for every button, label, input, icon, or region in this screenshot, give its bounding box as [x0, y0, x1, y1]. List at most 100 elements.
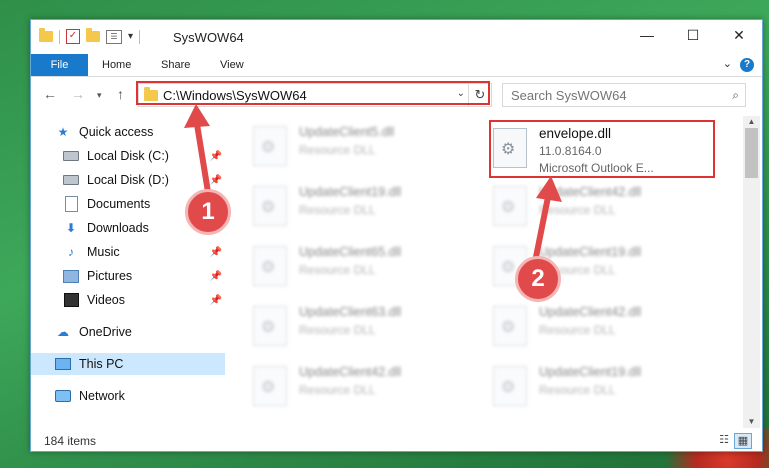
- search-icon[interactable]: ⌕: [732, 88, 739, 103]
- drive-icon: [63, 151, 79, 161]
- ribbon-tabs: File Home Share View ⌄ ?: [31, 54, 762, 77]
- cloud-icon: ☁: [57, 325, 69, 339]
- file-name: UpdateClient42.dll: [539, 305, 642, 319]
- search-input[interactable]: [503, 84, 713, 106]
- sidebar-item-label: This PC: [79, 357, 124, 371]
- file-description: Resource DLL: [539, 203, 616, 217]
- sidebar-item-local-disk-c[interactable]: Local Disk (C:) 📌: [63, 145, 225, 167]
- list-item[interactable]: UpdateClient42.dll Resource DLL: [467, 182, 697, 228]
- list-item[interactable]: UpdateClient19.dll Resource DLL: [467, 362, 697, 408]
- recent-locations-icon[interactable]: ▾: [97, 90, 102, 101]
- tab-view[interactable]: View: [220, 54, 244, 76]
- file-description: Resource DLL: [539, 383, 616, 397]
- navigation-bar: ← → ▾ ↑ C:\Windows\SysWOW64 ⌄ ↻ ⌕: [31, 81, 762, 111]
- list-item[interactable]: UpdateClient19.dll Resource DLL: [467, 242, 697, 288]
- file-description: Resource DLL: [299, 203, 376, 217]
- sidebar-item-label: Quick access: [79, 125, 154, 139]
- sidebar-item-local-disk-d[interactable]: Local Disk (D:) 📌: [63, 169, 225, 191]
- computer-icon: [55, 358, 71, 370]
- callout-step-1: 1: [185, 189, 231, 235]
- pictures-icon: [63, 269, 79, 283]
- list-item[interactable]: UpdateClient5.dll Resource DLL: [227, 122, 457, 168]
- music-icon: ♪: [68, 245, 74, 259]
- file-name: UpdateClient65.dll: [299, 245, 402, 259]
- new-folder-icon[interactable]: [86, 28, 100, 42]
- file-description: Resource DLL: [299, 263, 376, 277]
- sidebar-item-label: OneDrive: [79, 325, 132, 339]
- sidebar-item-music[interactable]: ♪ Music 📌: [63, 241, 225, 263]
- network-icon: [55, 390, 71, 402]
- help-icon[interactable]: ?: [740, 58, 754, 72]
- sidebar-item-label: Downloads: [87, 221, 149, 235]
- search-box[interactable]: ⌕: [502, 83, 746, 107]
- dll-file-icon: [253, 306, 287, 346]
- explorer-window: ✓ ☰ ▾ SysWOW64 — ☐ ✕ File Home Share Vie…: [30, 19, 763, 452]
- properties-check-icon[interactable]: ✓: [66, 29, 80, 44]
- sidebar-item-this-pc[interactable]: This PC: [31, 353, 225, 375]
- sidebar-item-quick-access[interactable]: ★ Quick access: [55, 121, 225, 143]
- dll-file-icon: [493, 186, 527, 226]
- file-name: UpdateClient19.dll: [539, 245, 642, 259]
- details-view-icon[interactable]: ☷: [716, 433, 732, 447]
- sidebar-item-label: Documents: [87, 197, 151, 211]
- tab-share[interactable]: Share: [161, 54, 190, 76]
- pin-icon[interactable]: 📌: [210, 247, 222, 258]
- list-item[interactable]: UpdateClient65.dll Resource DLL: [227, 242, 457, 288]
- scroll-thumb[interactable]: [745, 128, 758, 178]
- status-bar: 184 items ☷ ▦: [31, 430, 762, 451]
- documents-icon: [64, 196, 78, 212]
- item-count: 184 items: [44, 434, 97, 448]
- forward-arrow-icon[interactable]: →: [71, 86, 85, 102]
- file-description: Resource DLL: [539, 323, 616, 337]
- list-item[interactable]: UpdateClient42.dll Resource DLL: [227, 362, 457, 408]
- window-title: SysWOW64: [173, 30, 244, 45]
- file-name: UpdateClient19.dll: [299, 185, 402, 199]
- maximize-button[interactable]: ☐: [670, 20, 716, 50]
- list-item[interactable]: UpdateClient42.dll Resource DLL: [467, 302, 697, 348]
- sidebar-item-onedrive[interactable]: ☁ OneDrive: [55, 321, 225, 343]
- back-arrow-icon[interactable]: ←: [43, 86, 57, 102]
- downloads-icon: ⬇: [65, 221, 77, 235]
- file-name: UpdateClient63.dll: [299, 305, 402, 319]
- sidebar-item-label: Local Disk (D:): [87, 173, 169, 187]
- scroll-down-icon[interactable]: ▼: [743, 416, 760, 428]
- pin-icon[interactable]: 📌: [210, 271, 222, 282]
- pin-icon[interactable]: 📌: [210, 175, 222, 186]
- pin-icon[interactable]: 📌: [210, 151, 222, 162]
- sidebar-item-label: Videos: [87, 293, 125, 307]
- sidebar-item-videos[interactable]: Videos 📌: [63, 289, 225, 311]
- dll-file-icon: [253, 186, 287, 226]
- minimize-button[interactable]: —: [624, 20, 670, 50]
- folder-icon: [39, 28, 53, 42]
- vertical-scrollbar[interactable]: ▲ ▼: [743, 116, 760, 428]
- list-item[interactable]: UpdateClient19.dll Resource DLL: [227, 182, 457, 228]
- file-name: UpdateClient42.dll: [539, 185, 642, 199]
- close-button[interactable]: ✕: [716, 20, 762, 50]
- sidebar-item-network[interactable]: Network: [55, 385, 225, 407]
- title-bar: ✓ ☰ ▾ SysWOW64 — ☐ ✕: [31, 20, 762, 56]
- scroll-up-icon[interactable]: ▲: [743, 116, 760, 128]
- dll-file-icon: [493, 306, 527, 346]
- up-arrow-icon[interactable]: ↑: [117, 86, 124, 102]
- large-icons-view-icon[interactable]: ▦: [734, 433, 752, 449]
- file-description: Resource DLL: [299, 323, 376, 337]
- sidebar-item-pictures[interactable]: Pictures 📌: [63, 265, 225, 287]
- customize-view-icon[interactable]: ☰: [106, 29, 122, 44]
- file-name: UpdateClient42.dll: [299, 365, 402, 379]
- list-item[interactable]: UpdateClient63.dll Resource DLL: [227, 302, 457, 348]
- tab-file[interactable]: File: [31, 54, 88, 76]
- file-name: UpdateClient19.dll: [539, 365, 642, 379]
- file-list: UpdateClient5.dll Resource DLL UpdateCli…: [227, 116, 743, 428]
- tab-home[interactable]: Home: [102, 54, 131, 76]
- sidebar-item-label: Local Disk (C:): [87, 149, 169, 163]
- sidebar-item-label: Pictures: [87, 269, 133, 283]
- dll-file-icon: [253, 246, 287, 286]
- expand-ribbon-icon[interactable]: ⌄: [723, 57, 732, 70]
- dll-file-icon: [253, 126, 287, 166]
- callout-step-2: 2: [515, 256, 561, 302]
- divider: [139, 29, 141, 44]
- dll-file-icon: [493, 366, 527, 406]
- drive-icon: [63, 175, 79, 185]
- chevron-down-icon[interactable]: ▾: [128, 31, 133, 42]
- pin-icon[interactable]: 📌: [210, 295, 222, 306]
